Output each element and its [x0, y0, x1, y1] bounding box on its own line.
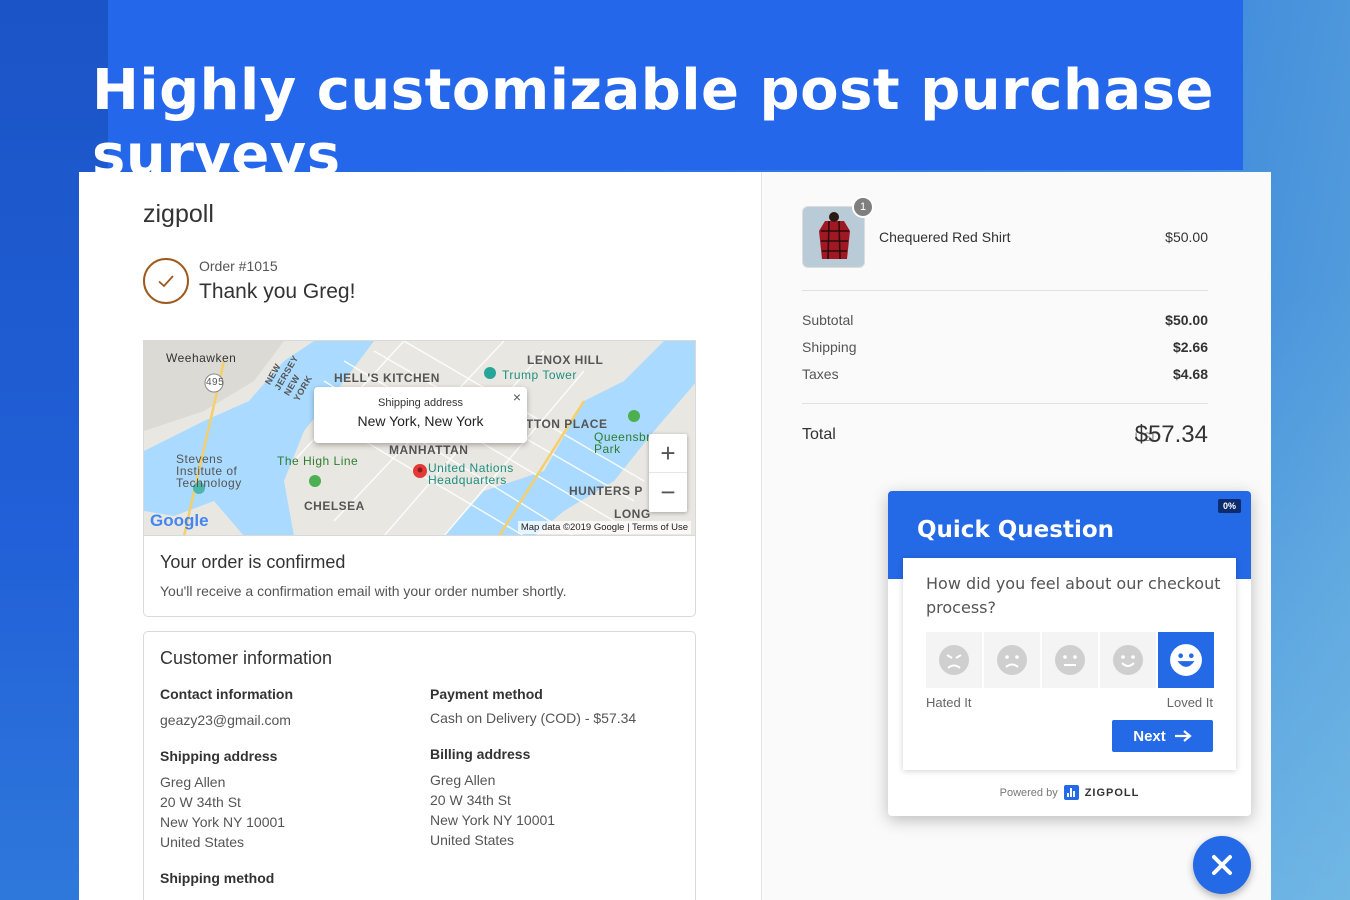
next-label: Next: [1133, 727, 1166, 745]
popup-value: New York, New York: [357, 413, 484, 429]
order-status-panel: zigpoll Order #1015 Thank you Greg! Weeh…: [79, 172, 761, 900]
order-confirmed-box: Your order is confirmed You'll receive a…: [143, 535, 696, 617]
arrow-right-icon: [1174, 730, 1192, 742]
map-label: LENOX HILL: [527, 353, 604, 367]
confirmed-message: You'll receive a confirmation email with…: [160, 583, 567, 599]
survey-widget: Quick Question 0% How did you feel about…: [888, 491, 1251, 816]
sad-face-icon[interactable]: [984, 632, 1040, 688]
google-logo: Google: [150, 511, 209, 531]
taxes-value: $4.68: [1172, 366, 1208, 382]
map-label: Trump Tower: [502, 368, 577, 382]
checkmark-icon: [143, 258, 189, 304]
billing-line: New York NY 10001: [430, 812, 556, 828]
shipping-line: New York NY 10001: [160, 814, 286, 830]
subtotal-row: Subtotal $50.00: [802, 312, 1208, 328]
next-button[interactable]: Next: [1112, 720, 1213, 752]
taxes-label: Taxes: [802, 366, 839, 382]
map-label: HUNTERS P: [569, 484, 643, 498]
shipping-map[interactable]: Weehawken 495 HELL'S KITCHEN LENOX HILL …: [143, 340, 696, 535]
zoom-out-button[interactable]: −: [649, 473, 687, 512]
customer-info-title: Customer information: [160, 648, 333, 668]
payment-label: Payment method: [430, 686, 543, 702]
powered-by-text: Powered by: [999, 786, 1058, 799]
survey-question: How did you feel about our checkout proc…: [926, 574, 1221, 617]
google-logo-text: Google: [150, 511, 209, 530]
divider: [802, 403, 1208, 404]
taxes-row: Taxes $4.68: [802, 366, 1208, 382]
shipping-value: $2.66: [1172, 339, 1208, 355]
map-label: MANHATTAN: [389, 443, 469, 457]
divider: [802, 290, 1208, 291]
customer-left-column: Contact information geazy23@gmail.com Sh…: [160, 686, 293, 886]
happy-face-icon[interactable]: [1158, 632, 1214, 688]
zoom-in-button[interactable]: +: [649, 434, 687, 473]
map-label: CHELSEA: [304, 499, 365, 513]
popup-label: Shipping address: [377, 397, 463, 409]
shipping-address-popup: Shipping address New York, New York ×: [314, 387, 527, 443]
customer-information: Customer information Contact information…: [143, 631, 696, 900]
shipping-row: Shipping $2.66: [802, 339, 1208, 355]
zoom-controls: + −: [649, 434, 687, 512]
subtotal-value: $50.00: [1165, 312, 1208, 328]
shipping-line: Greg Allen: [160, 774, 226, 790]
powered-by[interactable]: Powered by ZIGPOLL: [888, 785, 1251, 800]
map-label: Weehawken: [166, 351, 237, 365]
store-logo[interactable]: zigpoll: [143, 200, 214, 229]
map-label: LONG: [614, 507, 651, 521]
quantity-badge: 1: [852, 196, 874, 218]
total-value: $57.34: [1134, 421, 1208, 448]
angry-face-icon[interactable]: [926, 632, 982, 688]
billing-line: 20 W 34th St: [430, 792, 511, 808]
zigpoll-brand: ZIGPOLL: [1084, 786, 1140, 799]
smile-face-icon[interactable]: [1100, 632, 1156, 688]
map-label: Stevens Institute of Technology: [176, 452, 242, 490]
low-rating-label: Hated It: [926, 695, 972, 710]
close-survey-button[interactable]: [1193, 836, 1251, 894]
billing-line: United States: [430, 832, 515, 848]
shipping-label: Shipping: [802, 339, 857, 355]
map-label: Queensbr Park: [594, 430, 651, 456]
contact-label: Contact information: [160, 686, 293, 702]
shipping-method-label: Shipping method: [160, 870, 275, 886]
survey-title: Quick Question: [917, 517, 1115, 543]
map-label: The High Line: [277, 454, 359, 468]
close-icon[interactable]: ×: [513, 389, 521, 405]
map-attribution[interactable]: Map data ©2019 Google | Terms of Use: [517, 521, 691, 534]
zigpoll-logo-icon: [1063, 785, 1079, 800]
shipping-address-label: Shipping address: [160, 748, 278, 764]
progress-badge: 0%: [1217, 499, 1241, 513]
rating-scale: [926, 632, 1214, 688]
survey-card: How did you feel about our checkout proc…: [903, 558, 1236, 770]
total-label: Total: [802, 426, 836, 443]
map-label: 495: [206, 377, 225, 388]
payment-value: Cash on Delivery (COD) - $57.34: [430, 710, 637, 726]
product-name: Chequered Red Shirt: [879, 229, 1011, 245]
shipping-line: United States: [160, 834, 245, 850]
order-number: Order #1015: [199, 258, 278, 274]
thank-you-heading: Thank you Greg!: [199, 280, 356, 303]
billing-address-label: Billing address: [430, 746, 531, 762]
map-label: TTON PLACE: [526, 417, 608, 431]
subtotal-label: Subtotal: [802, 312, 854, 328]
high-rating-label: Loved It: [1166, 695, 1213, 710]
map-label: HELL'S KITCHEN: [334, 371, 440, 385]
billing-line: Greg Allen: [430, 772, 496, 788]
contact-email: geazy23@gmail.com: [160, 712, 291, 728]
neutral-face-icon[interactable]: [1042, 632, 1098, 688]
confirmed-title: Your order is confirmed: [160, 552, 346, 572]
map-label: United Nations Headquarters: [428, 461, 514, 487]
product-price: $50.00: [1165, 229, 1208, 245]
close-icon: [1212, 855, 1232, 875]
headline: Highly customizable post purchase survey…: [92, 58, 1214, 188]
shipping-line: 20 W 34th St: [160, 794, 241, 810]
customer-right-column: Payment method Cash on Delivery (COD) - …: [430, 686, 636, 850]
